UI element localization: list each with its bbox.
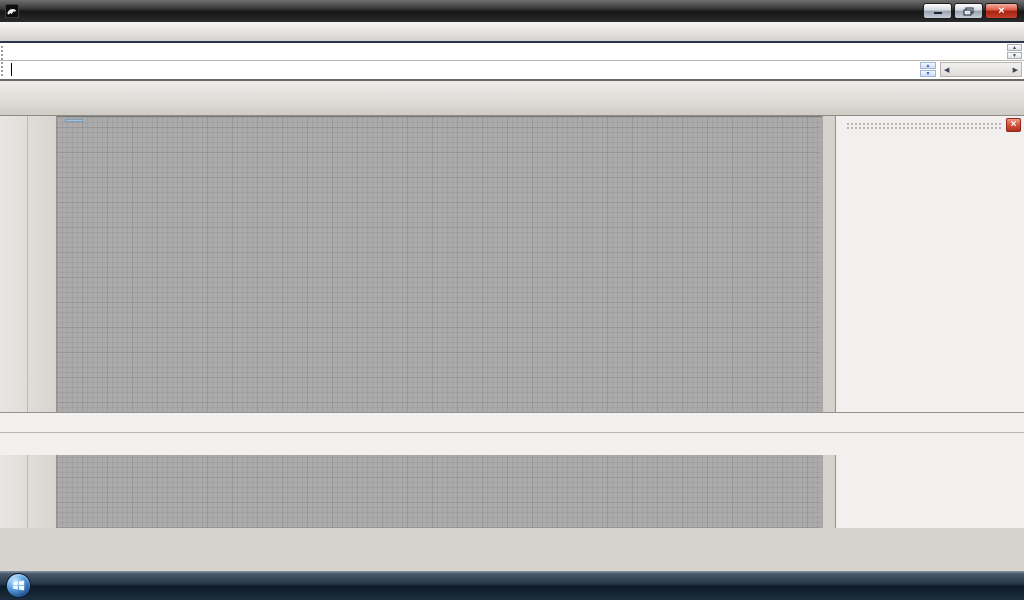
- viewport-frontal[interactable]: [57, 116, 822, 528]
- properties-close-icon[interactable]: ×: [1006, 118, 1021, 132]
- taskbar: [0, 571, 1024, 600]
- text-caret: [11, 63, 12, 76]
- command-line[interactable]: ▲▼ ◀▶: [0, 61, 1024, 78]
- main-area: ×: [0, 116, 1024, 528]
- restore-button[interactable]: [954, 3, 983, 19]
- scroll-down-icon[interactable]: ▼: [1007, 52, 1022, 59]
- properties-panel: ×: [835, 116, 1024, 528]
- scroll-right-icon[interactable]: ▶: [1013, 66, 1018, 74]
- close-button[interactable]: ×: [985, 3, 1018, 19]
- side-toolbar-left-column: [0, 116, 28, 528]
- command-history[interactable]: ▲▼: [0, 43, 1024, 61]
- spin-up-icon[interactable]: ▲: [920, 62, 936, 69]
- scroll-up-icon[interactable]: ▲: [1007, 44, 1022, 51]
- minimize-button[interactable]: [923, 3, 952, 19]
- viewport-title-tab[interactable]: [65, 119, 83, 122]
- main-toolbar: [0, 81, 1024, 116]
- side-toolbar-right-column: [28, 116, 56, 528]
- command-spinner[interactable]: ▲▼: [920, 62, 936, 77]
- command-panel: ▲▼ ▲▼ ◀▶: [0, 43, 1024, 81]
- side-toolbar: [0, 116, 57, 528]
- properties-header: ×: [836, 116, 1024, 134]
- menu-bar: [0, 22, 1024, 43]
- properties-grip[interactable]: [846, 122, 1001, 129]
- title-bar: ×: [0, 0, 1024, 22]
- spin-down-icon[interactable]: ▼: [920, 70, 936, 77]
- scroll-left-icon[interactable]: ◀: [944, 66, 949, 74]
- wireframe-model: [57, 117, 822, 528]
- panel-divider: [822, 116, 835, 528]
- command-scroll-strip[interactable]: ◀▶: [940, 62, 1022, 77]
- window-controls: ×: [923, 3, 1020, 19]
- status-bar: [0, 432, 1024, 455]
- rhino-application-window: × ▲▼ ▲▼ ◀▶ ×: [0, 0, 1024, 600]
- osnap-bar: [0, 412, 1024, 432]
- history-scrollbar[interactable]: ▲▼: [1007, 44, 1022, 59]
- rhino-logo-icon: [4, 3, 20, 19]
- start-button[interactable]: [6, 573, 31, 598]
